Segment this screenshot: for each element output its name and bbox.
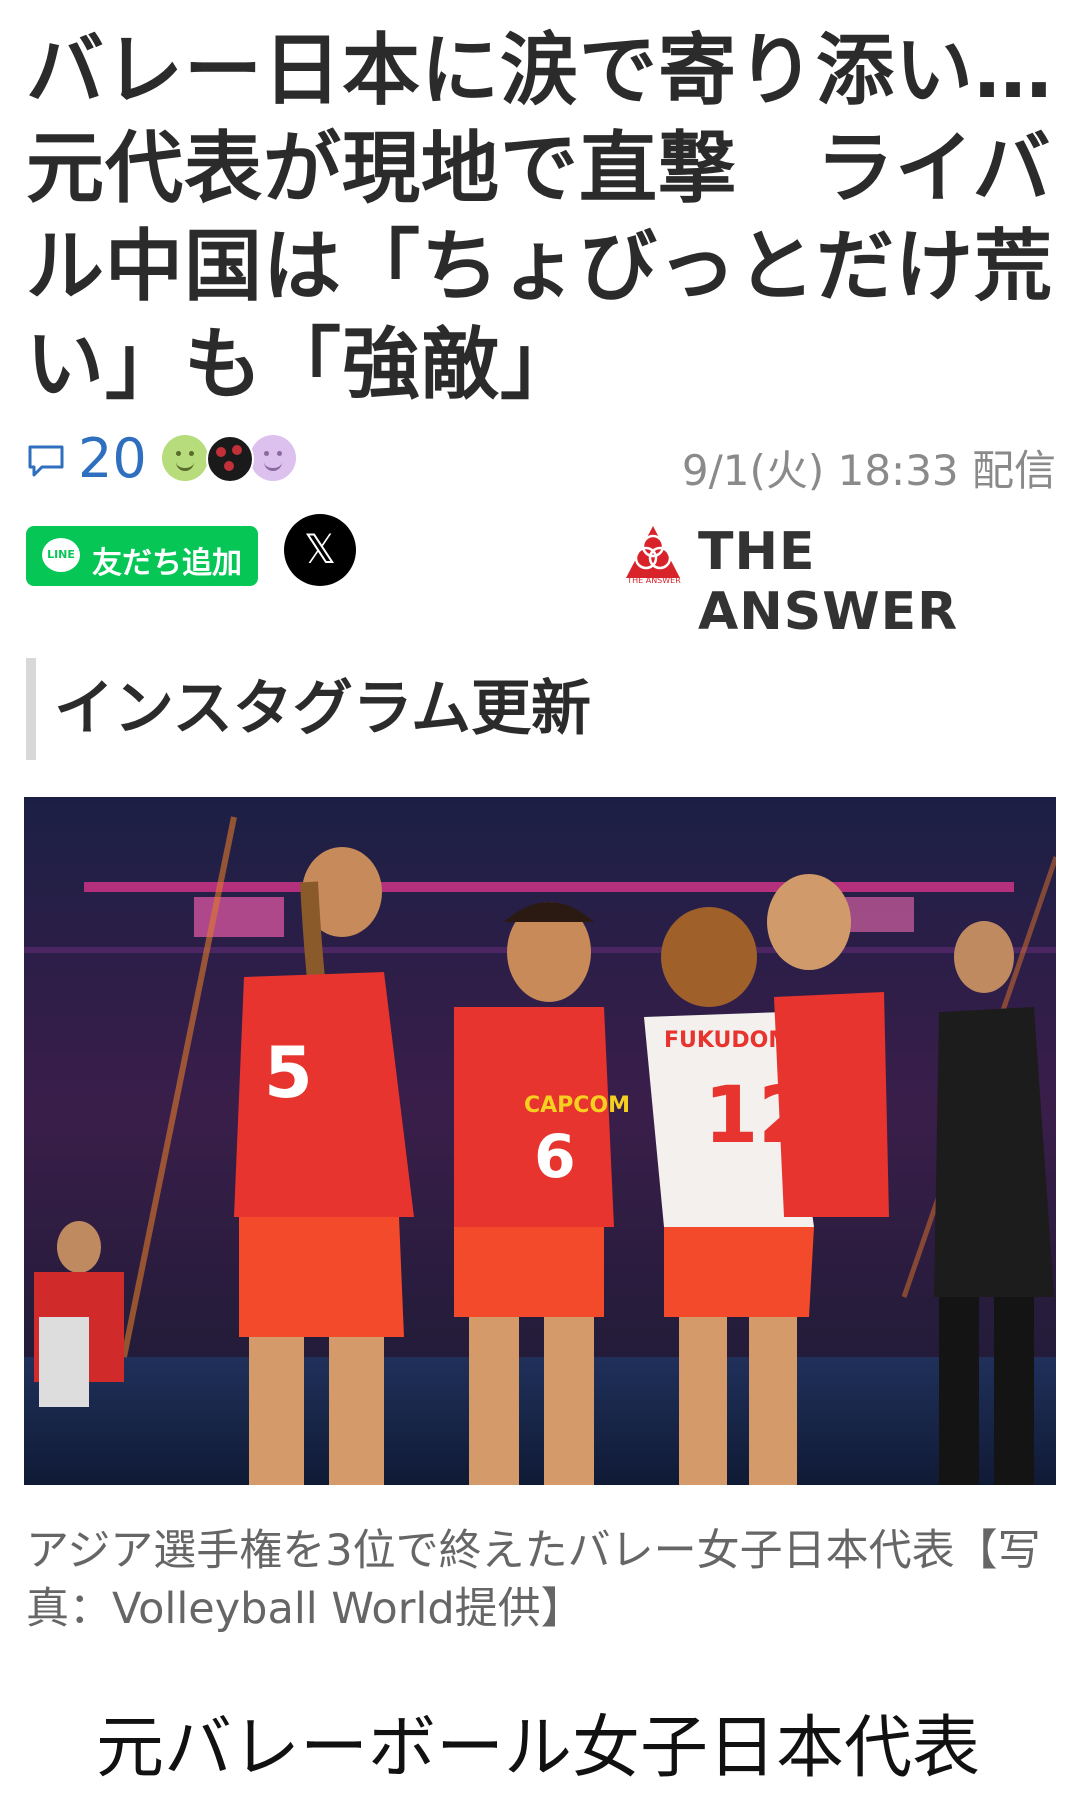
publish-timestamp: 9/1(火) 18:33 配信 [681, 446, 1056, 495]
jersey-number-6: 6 [534, 1122, 576, 1192]
happy-reaction-icon [250, 435, 296, 481]
x-share-button[interactable]: 𝕏 [284, 514, 356, 586]
volleyball-team-photo: 5 CAPCOM 6 FUKUDOME 12 [24, 797, 1056, 1485]
jersey-number-5: 5 [264, 1032, 313, 1114]
share-row: LINE 友だち追加 𝕏 THE ANSWER THE ANSWER [26, 510, 1056, 642]
jersey-sponsor: CAPCOM [524, 1093, 630, 1118]
comment-icon[interactable] [26, 443, 66, 479]
user-avatar-icon [206, 435, 254, 483]
the-answer-logo-mark [626, 526, 680, 578]
article-photo[interactable]: 5 CAPCOM 6 FUKUDOME 12 [24, 797, 1056, 1485]
logo-mark-caption: THE ANSWER [627, 576, 681, 585]
publisher-name: THE ANSWER [698, 522, 959, 642]
article-body-start: 元バレーボール女子日本代表 [96, 1709, 981, 1788]
line-button-label: 友だち追加 [92, 546, 242, 581]
publisher-logo[interactable]: THE ANSWER THE ANSWER [622, 516, 1056, 642]
x-icon: 𝕏 [303, 527, 337, 573]
article-meta: 20 9/1(火) 18:33 配信 [26, 425, 1056, 495]
section-heading: インスタグラム更新 [26, 658, 1056, 760]
line-icon: LINE [42, 538, 80, 572]
line-add-friend-button[interactable]: LINE 友だち追加 [26, 526, 258, 586]
photo-caption: アジア選手権を3位で終えたバレー女子日本代表【写真：Volleyball Wor… [26, 1526, 1041, 1634]
comment-count[interactable]: 20 [78, 427, 147, 490]
smile-reaction-icon [162, 435, 208, 481]
article-headline: バレー日本に涙で寄り添い…元代表が現地で直撃 ライバル中国は「ちょびっとだけ荒い… [26, 26, 1054, 410]
